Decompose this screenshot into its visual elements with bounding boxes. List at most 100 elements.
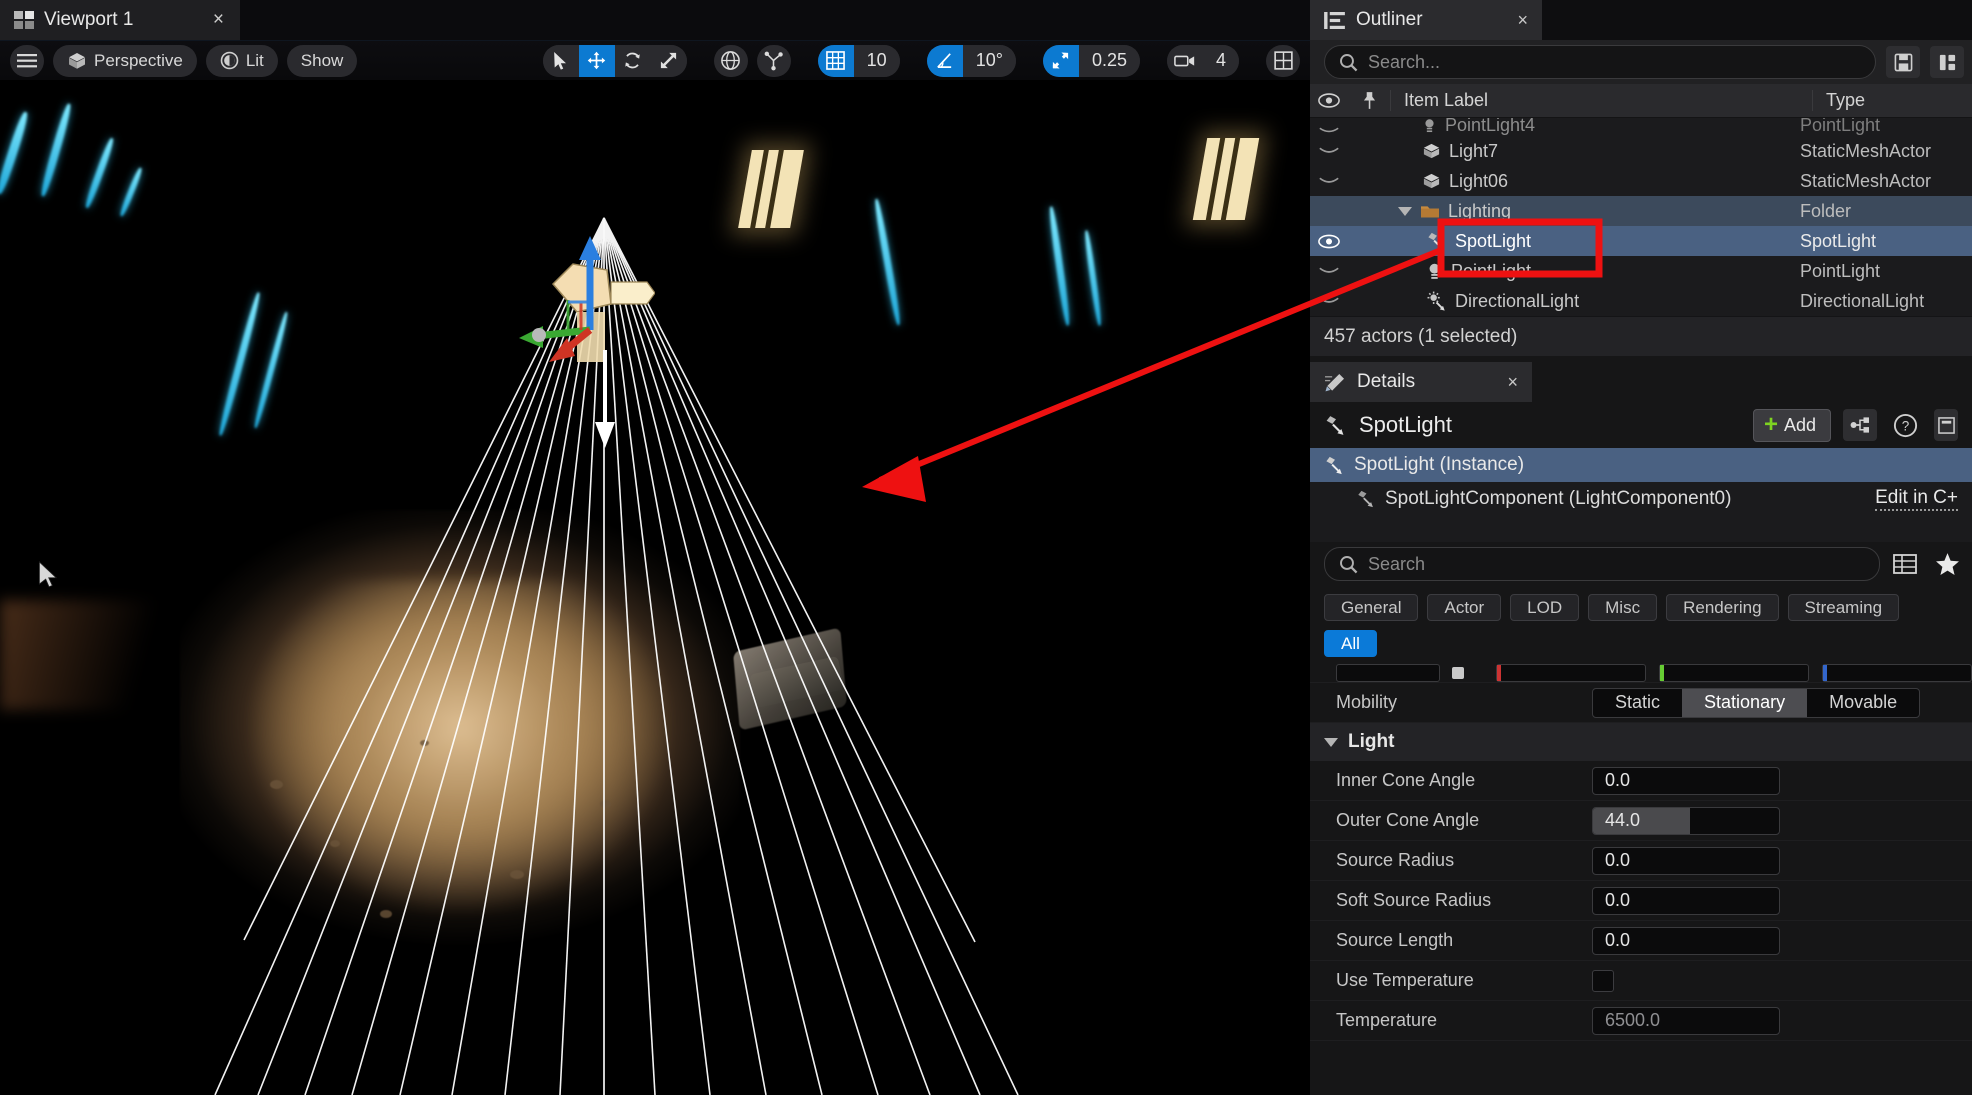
row-type-text: PointLight xyxy=(1800,260,1881,281)
perspective-button[interactable]: Perspective xyxy=(53,44,197,77)
visibility-toggle-icon[interactable] xyxy=(1310,234,1348,249)
mobility-option-stationary[interactable]: Stationary xyxy=(1682,688,1808,717)
unreal-editor-window: Viewport 1 × Perspective Lit Show 10 10°… xyxy=(0,0,1972,1095)
scale-xyz-fields[interactable] xyxy=(1496,663,1972,682)
help-icon[interactable]: ? xyxy=(1889,413,1922,438)
angle-snap-value[interactable]: 10° xyxy=(962,44,1016,77)
table-row[interactable]: Light06 StaticMeshActor xyxy=(1310,166,1972,196)
pointlight-icon xyxy=(1425,118,1434,132)
outliner-column-item-label[interactable]: Item Label xyxy=(1390,90,1812,111)
transform-scale-row-clipped[interactable] xyxy=(1310,663,1972,683)
filter-chip-actor[interactable]: Actor xyxy=(1427,594,1502,621)
property-label: Source Length xyxy=(1336,930,1454,950)
table-row[interactable]: Light7 StaticMeshActor xyxy=(1310,136,1972,166)
scale-snap-value[interactable]: 0.25 xyxy=(1078,44,1140,77)
gizmo-down-axis xyxy=(595,350,615,448)
property-value: 0.0 xyxy=(1592,846,1972,875)
filter-chip-all[interactable]: All xyxy=(1324,630,1377,657)
mobility-option-movable[interactable]: Movable xyxy=(1807,689,1919,717)
close-icon[interactable]: × xyxy=(1507,372,1518,393)
property-label: Source Radius xyxy=(1336,850,1455,870)
table-row[interactable]: SpotLight SpotLight xyxy=(1310,226,1972,256)
property-row-temperature: Temperature 6500.0 xyxy=(1310,1001,1972,1041)
details-search-box[interactable] xyxy=(1324,547,1880,581)
outer-cone-angle-input[interactable]: 44.0 xyxy=(1592,806,1780,835)
table-row[interactable]: PointLight PointLight xyxy=(1310,256,1972,286)
grid-snap-toggle[interactable] xyxy=(817,44,854,77)
visibility-toggle-icon[interactable] xyxy=(1310,295,1348,307)
tab-outliner[interactable]: Outliner × xyxy=(1310,0,1542,40)
visibility-toggle-icon[interactable] xyxy=(1310,265,1348,277)
use-temperature-checkbox[interactable] xyxy=(1592,969,1614,992)
visibility-toggle-icon[interactable] xyxy=(1310,145,1348,157)
show-button[interactable]: Show xyxy=(286,44,358,77)
close-icon[interactable]: × xyxy=(1517,10,1528,31)
blueprint-graph-button[interactable] xyxy=(1843,409,1877,441)
outliner-search-input[interactable] xyxy=(1368,51,1861,73)
grid-snap-value[interactable]: 10 xyxy=(853,44,900,77)
temperature-input[interactable]: 6500.0 xyxy=(1592,1006,1780,1035)
camera-icon[interactable] xyxy=(1166,44,1203,77)
table-row[interactable]: Lighting Folder xyxy=(1310,196,1972,226)
filter-chip-lod[interactable]: LOD xyxy=(1510,594,1580,621)
filter-chip-misc[interactable]: Misc xyxy=(1588,594,1658,621)
lock-ratio-icon[interactable] xyxy=(1452,666,1464,679)
component-child-row[interactable]: SpotLightComponent (LightComponent0) Edi… xyxy=(1310,482,1972,516)
favorites-star-icon[interactable] xyxy=(1930,552,1964,576)
grid-snap-group: 10 xyxy=(817,44,900,77)
details-options-button[interactable] xyxy=(1934,409,1958,441)
pointlight-icon xyxy=(1429,263,1440,279)
outliner-save-button[interactable] xyxy=(1886,46,1920,78)
outliner-settings-button[interactable] xyxy=(1930,46,1964,78)
outliner-item-label: SpotLight xyxy=(1348,231,1800,252)
mobility-value: Static Stationary Movable xyxy=(1592,687,1972,718)
outliner-item-label: DirectionalLight xyxy=(1348,291,1800,312)
viewport-3d-scene[interactable] xyxy=(0,80,1310,1095)
edit-in-cpp-link[interactable]: Edit in C+ xyxy=(1875,487,1958,511)
property-value: 0.0 xyxy=(1592,766,1972,795)
tab-viewport-1[interactable]: Viewport 1 × xyxy=(0,0,240,40)
chevron-down-icon[interactable] xyxy=(1324,737,1338,747)
table-row[interactable]: PointLight4 PointLight xyxy=(1310,118,1972,136)
scale-tool-button[interactable] xyxy=(650,44,687,77)
filter-chip-general[interactable]: General xyxy=(1324,594,1419,621)
viewport-tab-label: Viewport 1 xyxy=(44,9,134,30)
row-label-text: PointLight4 xyxy=(1445,118,1536,135)
details-search-input[interactable] xyxy=(1368,553,1865,575)
add-component-button[interactable]: + Add xyxy=(1752,408,1831,442)
soft-source-radius-input[interactable]: 0.0 xyxy=(1592,886,1780,915)
tab-details[interactable]: Details × xyxy=(1310,362,1532,402)
outliner-column-type[interactable]: Type xyxy=(1812,90,1972,111)
inner-cone-angle-input[interactable]: 0.0 xyxy=(1592,766,1780,795)
outliner-column-header: Item Label Type xyxy=(1310,84,1972,118)
select-tool-button[interactable] xyxy=(542,44,579,77)
surface-snap-button[interactable] xyxy=(756,44,791,77)
component-root-row[interactable]: SpotLight (Instance) xyxy=(1310,448,1972,482)
chevron-down-icon[interactable] xyxy=(1398,206,1412,216)
property-row-source-radius: Source Radius 0.0 xyxy=(1310,841,1972,881)
table-row[interactable]: DirectionalLight DirectionalLight xyxy=(1310,286,1972,316)
source-radius-input[interactable]: 0.0 xyxy=(1592,846,1780,875)
add-button-label: Add xyxy=(1783,414,1816,435)
details-layout-icon[interactable] xyxy=(1890,553,1920,575)
close-icon[interactable]: × xyxy=(213,9,224,31)
transform-gizmo[interactable] xyxy=(515,230,655,400)
filter-chip-rendering[interactable]: Rendering xyxy=(1666,594,1779,621)
visibility-toggle-icon[interactable] xyxy=(1310,126,1348,136)
viewport-layout-button[interactable] xyxy=(1266,44,1300,77)
scale-snap-toggle[interactable] xyxy=(1042,44,1079,77)
outliner-tree: PointLight4 PointLight Light7 StaticMesh… xyxy=(1310,118,1972,316)
mobility-option-static[interactable]: Static xyxy=(1593,689,1682,717)
camera-speed-value[interactable]: 4 xyxy=(1202,44,1239,77)
rotate-tool-button[interactable] xyxy=(614,44,651,77)
angle-snap-toggle[interactable] xyxy=(926,44,963,77)
section-header-light[interactable]: Light xyxy=(1310,723,1972,761)
lit-button[interactable]: Lit xyxy=(205,44,278,77)
outliner-search-box[interactable] xyxy=(1324,45,1876,79)
visibility-toggle-icon[interactable] xyxy=(1310,175,1348,187)
filter-chip-streaming[interactable]: Streaming xyxy=(1787,594,1900,621)
viewport-menu-button[interactable] xyxy=(10,44,44,77)
world-coordinate-button[interactable] xyxy=(713,44,748,77)
move-tool-button[interactable] xyxy=(578,44,615,77)
source-length-input[interactable]: 0.0 xyxy=(1592,926,1780,955)
